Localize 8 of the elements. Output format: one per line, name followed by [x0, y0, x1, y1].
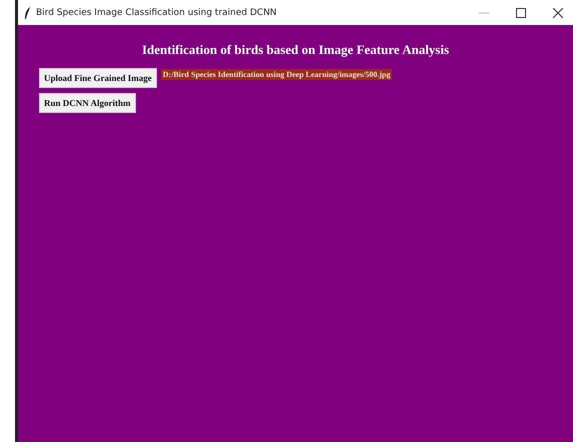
upload-button[interactable]: Upload Fine Grained Image	[39, 68, 157, 88]
heading: Identification of birds based on Image Feature Analysis	[140, 41, 450, 59]
path-label: D:/Bird Species Identification using Deep Learning/images/500.jpg	[160, 69, 392, 80]
window-title: Bird Species Image Classification using trained DCNN	[36, 8, 277, 18]
run-button[interactable]: Run DCNN Algorithm	[39, 93, 136, 113]
maximize-icon[interactable]	[516, 8, 526, 18]
close-icon[interactable]	[553, 8, 563, 18]
feather-icon	[24, 6, 31, 18]
